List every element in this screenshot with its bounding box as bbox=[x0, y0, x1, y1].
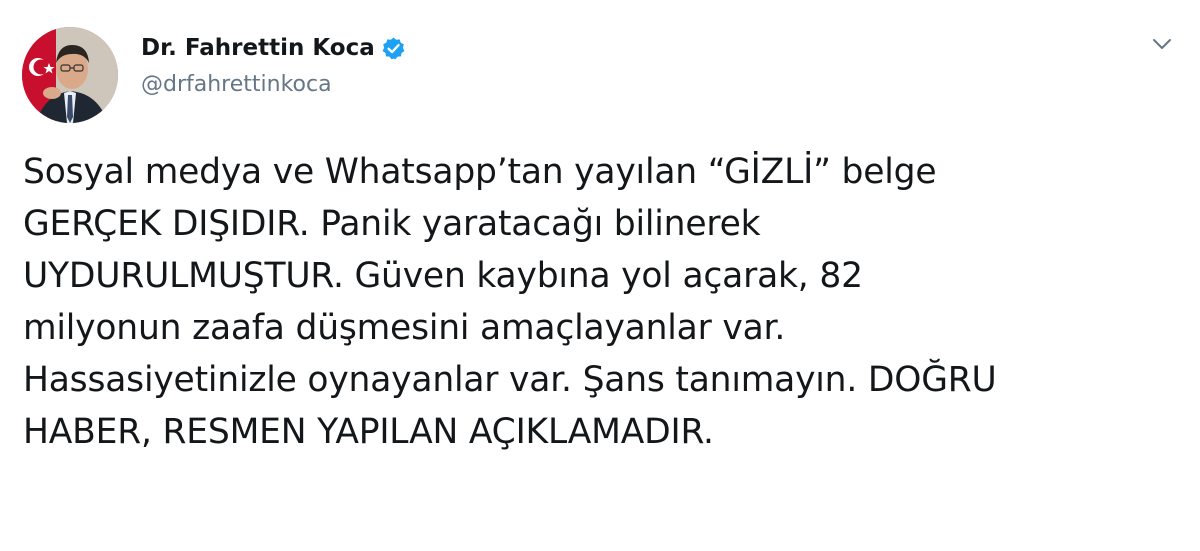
avatar-image bbox=[22, 27, 118, 123]
tweet-text-line: HABER, RESMEN YAPILAN AÇIKLAMADIR. bbox=[23, 412, 714, 452]
tweet-card: Dr. Fahrettin Koca @drfahrettinkoca Sosy… bbox=[0, 0, 1200, 551]
author-handle[interactable]: @drfahrettinkoca bbox=[141, 72, 332, 97]
tweet-text-line: GERÇEK DIŞIDIR. Panik yaratacağı biliner… bbox=[23, 204, 761, 244]
tweet-text-line: Sosyal medya ve Whatsapp’tan yayılan “Gİ… bbox=[23, 152, 937, 192]
avatar[interactable] bbox=[22, 27, 118, 123]
chevron-down-icon[interactable] bbox=[1149, 35, 1175, 53]
tweet-text-line: Hassasiyetinizle oynayanlar var. Şans ta… bbox=[23, 360, 997, 400]
author-display-name[interactable]: Dr. Fahrettin Koca bbox=[141, 35, 375, 61]
verified-badge-icon bbox=[381, 36, 406, 61]
author-name-row[interactable]: Dr. Fahrettin Koca bbox=[141, 33, 406, 63]
tweet-text-line: UYDURULMUŞTUR. Güven kaybına yol açarak,… bbox=[23, 256, 863, 296]
tweet-text: Sosyal medya ve Whatsapp’tan yayılan “Gİ… bbox=[23, 146, 1183, 458]
tweet-text-line: milyonun zaafa düşmesini amaçlayanlar va… bbox=[23, 308, 786, 348]
